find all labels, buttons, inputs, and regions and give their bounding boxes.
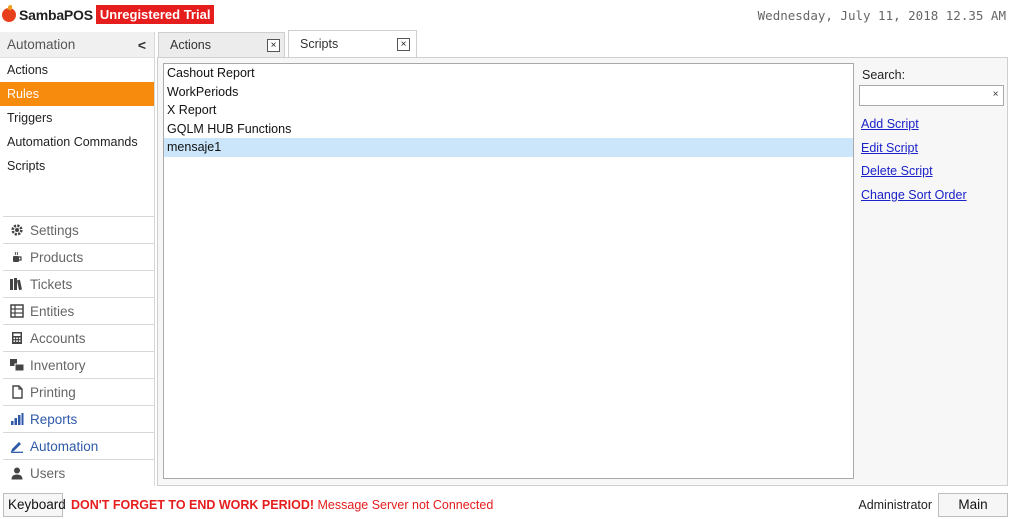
category-label: Entities [30, 303, 75, 319]
user-icon [9, 465, 25, 481]
category-products[interactable]: Products [3, 243, 154, 270]
search-box: × [859, 85, 1004, 106]
sidebar: Automation < Actions Rules Triggers Auto… [0, 32, 155, 486]
table-list-icon [9, 303, 25, 319]
logo: SambaPOS Unregistered Trial [2, 5, 215, 24]
calculator-icon [9, 330, 25, 346]
category-label: Users [30, 465, 66, 481]
category-label: Settings [30, 222, 79, 238]
boxes-icon [9, 357, 25, 373]
scripts-list[interactable]: Cashout Report WorkPeriods X Report GQLM… [163, 63, 854, 479]
add-script-link[interactable]: Add Script [861, 113, 1006, 137]
main-menu-button[interactable]: Main Menu [938, 493, 1008, 517]
category-label: Inventory [30, 357, 86, 373]
list-item-selected[interactable]: mensaje1 [164, 138, 853, 157]
work-period-warning: DON'T FORGET TO END WORK PERIOD! [71, 498, 315, 512]
status-message: DON'T FORGET TO END WORK PERIOD! Message… [71, 498, 493, 512]
coffee-cup-icon [9, 249, 25, 265]
list-item[interactable]: GQLM HUB Functions [164, 120, 853, 139]
category-automation[interactable]: Automation [3, 432, 154, 459]
app-name: SambaPOS [19, 6, 93, 23]
category-label: Automation [30, 438, 99, 454]
bar-chart-icon [9, 411, 25, 427]
category-label: Accounts [30, 330, 86, 346]
change-sort-order-link[interactable]: Change Sort Order [861, 184, 1006, 208]
sambapos-logo-icon [2, 7, 16, 22]
server-status: Message Server not Connected [314, 498, 494, 512]
category-users[interactable]: Users [3, 459, 154, 486]
category-accounts[interactable]: Accounts [3, 324, 154, 351]
category-label: Reports [30, 411, 78, 427]
category-reports[interactable]: Reports [3, 405, 154, 432]
trial-badge: Unregistered Trial [95, 5, 215, 24]
category-printing[interactable]: Printing [3, 378, 154, 405]
books-icon [9, 276, 25, 292]
pencil-icon [9, 438, 25, 454]
category-tickets[interactable]: Tickets [3, 270, 154, 297]
category-label: Printing [30, 384, 76, 400]
category-list: Settings Products Tickets Entities Accou… [3, 216, 154, 486]
chevron-left-icon[interactable]: < [138, 37, 146, 53]
category-label: Products [30, 249, 84, 265]
tab-scripts[interactable]: Scripts × [288, 30, 417, 58]
list-item[interactable]: X Report [164, 101, 853, 120]
search-input[interactable] [860, 86, 988, 105]
sidebar-item-scripts[interactable]: Scripts [0, 154, 154, 178]
document-icon [9, 384, 25, 400]
category-settings[interactable]: Settings [3, 216, 154, 243]
list-item[interactable]: WorkPeriods [164, 83, 853, 102]
clear-icon[interactable]: × [990, 89, 1001, 102]
category-entities[interactable]: Entities [3, 297, 154, 324]
sidebar-section-title: Automation [7, 37, 76, 52]
current-user: Administrator [858, 498, 932, 512]
sidebar-section-header[interactable]: Automation < [0, 32, 154, 58]
script-actions: Add Script Edit Script Delete Script Cha… [861, 113, 1006, 207]
close-icon[interactable]: × [267, 39, 280, 52]
gear-icon [9, 222, 25, 238]
datetime: Wednesday, July 11, 2018 12.35 AM [757, 8, 1006, 23]
sidebar-item-automation-commands[interactable]: Automation Commands [0, 130, 154, 154]
footer: Keyboard DON'T FORGET TO END WORK PERIOD… [0, 489, 1024, 519]
tab-actions[interactable]: Actions × [158, 32, 285, 57]
scripts-panel: Cashout Report WorkPeriods X Report GQLM… [157, 57, 1008, 486]
search-label: Search: [862, 68, 906, 82]
edit-script-link[interactable]: Edit Script [861, 137, 1006, 161]
tab-label: Actions [170, 38, 211, 52]
sidebar-item-rules[interactable]: Rules [0, 82, 154, 106]
keyboard-button[interactable]: Keyboard [3, 493, 66, 517]
category-label: Tickets [30, 276, 73, 292]
tab-label: Scripts [300, 37, 339, 51]
category-inventory[interactable]: Inventory [3, 351, 154, 378]
scripts-side-panel: Search: × Add Script Edit Script Delete … [858, 68, 1006, 207]
delete-script-link[interactable]: Delete Script [861, 160, 1006, 184]
sidebar-item-actions[interactable]: Actions [0, 58, 154, 82]
close-icon[interactable]: × [397, 38, 410, 51]
list-item[interactable]: Cashout Report [164, 64, 853, 83]
sidebar-item-triggers[interactable]: Triggers [0, 106, 154, 130]
header: SambaPOS Unregistered Trial Wednesday, J… [0, 0, 1024, 32]
